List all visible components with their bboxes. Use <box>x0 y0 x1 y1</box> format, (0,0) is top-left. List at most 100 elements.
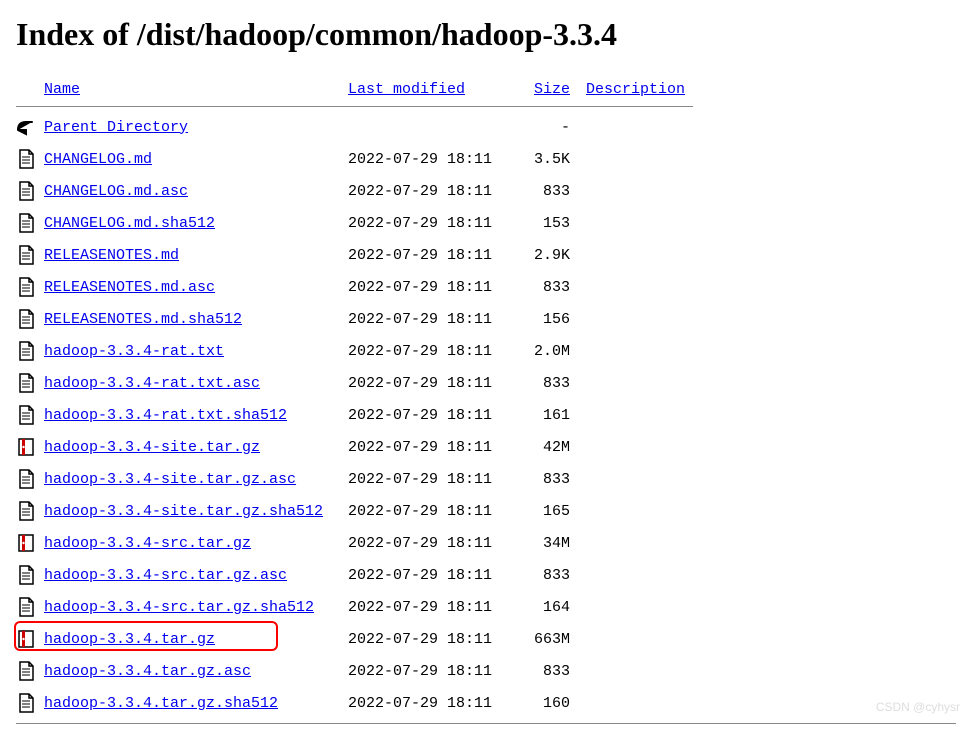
page-title: Index of /dist/hadoop/common/hadoop-3.3.… <box>16 16 956 53</box>
table-row: hadoop-3.3.4-src.tar.gz2022-07-29 18:11 … <box>16 527 693 559</box>
table-row: RELEASENOTES.md2022-07-29 18:112.9K <box>16 239 693 271</box>
table-row: hadoop-3.3.4.tar.gz.asc 2022-07-29 18:118… <box>16 655 693 687</box>
file-link[interactable]: hadoop-3.3.4.tar.gz.asc <box>44 663 251 680</box>
file-link[interactable]: hadoop-3.3.4-src.tar.gz <box>44 535 251 552</box>
file-modified: 2022-07-29 18:11 <box>348 495 514 527</box>
file-modified: 2022-07-29 18:11 <box>348 655 514 687</box>
parent-directory-row: Parent Directory - <box>16 111 693 143</box>
file-link[interactable]: CHANGELOG.md <box>44 151 152 168</box>
file-link[interactable]: hadoop-3.3.4-rat.txt <box>44 343 224 360</box>
file-modified: 2022-07-29 18:11 <box>348 623 514 655</box>
file-link[interactable]: hadoop-3.3.4-rat.txt.sha512 <box>44 407 287 424</box>
archive-icon <box>16 436 36 458</box>
file-modified: 2022-07-29 18:11 <box>348 239 514 271</box>
file-modified: 2022-07-29 18:11 <box>348 271 514 303</box>
table-row: hadoop-3.3.4-site.tar.gz 2022-07-29 18:11… <box>16 431 693 463</box>
header-name-link[interactable]: Name <box>44 81 80 98</box>
file-modified: 2022-07-29 18:11 <box>348 559 514 591</box>
file-link[interactable]: hadoop-3.3.4-src.tar.gz.sha512 <box>44 599 314 616</box>
table-row: hadoop-3.3.4.tar.gz 2022-07-29 18:11663M <box>16 623 693 655</box>
table-row: RELEASENOTES.md.asc 2022-07-29 18:11833 <box>16 271 693 303</box>
table-row: hadoop-3.3.4-src.tar.gz.sha512 2022-07-29… <box>16 591 693 623</box>
file-modified: 2022-07-29 18:11 <box>348 175 514 207</box>
file-description <box>586 303 693 335</box>
file-link[interactable]: hadoop-3.3.4.tar.gz <box>44 631 215 648</box>
table-row: hadoop-3.3.4.tar.gz.sha5122022-07-29 18:… <box>16 687 693 719</box>
file-size: 3.5K <box>514 143 586 175</box>
parent-size: - <box>514 111 586 143</box>
file-link[interactable]: CHANGELOG.md.sha512 <box>44 215 215 232</box>
file-modified: 2022-07-29 18:11 <box>348 463 514 495</box>
table-row: RELEASENOTES.md.sha512 2022-07-29 18:1115… <box>16 303 693 335</box>
file-modified: 2022-07-29 18:11 <box>348 143 514 175</box>
file-description <box>586 623 693 655</box>
text-file-icon <box>16 372 36 394</box>
file-link[interactable]: hadoop-3.3.4-rat.txt.asc <box>44 375 260 392</box>
text-file-icon <box>16 404 36 426</box>
file-size: 42M <box>514 431 586 463</box>
file-size: 156 <box>514 303 586 335</box>
watermark: CSDN @cyhysr <box>876 700 960 714</box>
file-description <box>586 367 693 399</box>
text-file-icon <box>16 340 36 362</box>
file-modified: 2022-07-29 18:11 <box>348 207 514 239</box>
file-modified: 2022-07-29 18:11 <box>348 591 514 623</box>
file-size: 663M <box>514 623 586 655</box>
text-file-icon <box>16 564 36 586</box>
file-description <box>586 271 693 303</box>
file-size: 833 <box>514 655 586 687</box>
file-link[interactable]: hadoop-3.3.4-src.tar.gz.asc <box>44 567 287 584</box>
back-icon <box>16 116 36 138</box>
file-size: 164 <box>514 591 586 623</box>
table-row: CHANGELOG.md 2022-07-29 18:113.5K <box>16 143 693 175</box>
file-link[interactable]: RELEASENOTES.md.sha512 <box>44 311 242 328</box>
text-file-icon <box>16 212 36 234</box>
text-file-icon <box>16 692 36 714</box>
header-description-link[interactable]: Description <box>586 81 685 98</box>
file-link[interactable]: hadoop-3.3.4.tar.gz.sha512 <box>44 695 278 712</box>
file-size: 833 <box>514 463 586 495</box>
table-row: hadoop-3.3.4-src.tar.gz.asc 2022-07-29 18… <box>16 559 693 591</box>
file-listing-table: Name Last modified Size Description Pare… <box>16 77 693 719</box>
file-modified: 2022-07-29 18:11 <box>348 367 514 399</box>
file-link[interactable]: hadoop-3.3.4-site.tar.gz <box>44 439 260 456</box>
table-row: hadoop-3.3.4-rat.txt.asc 2022-07-29 18:11… <box>16 367 693 399</box>
header-size-link[interactable]: Size <box>534 81 570 98</box>
file-description <box>586 399 693 431</box>
file-size: 2.0M <box>514 335 586 367</box>
text-file-icon <box>16 308 36 330</box>
file-description <box>586 207 693 239</box>
file-link[interactable]: hadoop-3.3.4-site.tar.gz.sha512 <box>44 503 323 520</box>
file-link[interactable]: RELEASENOTES.md <box>44 247 179 264</box>
text-file-icon <box>16 180 36 202</box>
archive-icon <box>16 628 36 650</box>
text-file-icon <box>16 276 36 298</box>
file-link[interactable]: RELEASENOTES.md.asc <box>44 279 215 296</box>
file-description <box>586 431 693 463</box>
table-row: hadoop-3.3.4-rat.txt.sha5122022-07-29 18… <box>16 399 693 431</box>
file-description <box>586 687 693 719</box>
file-size: 833 <box>514 559 586 591</box>
table-row: hadoop-3.3.4-rat.txt 2022-07-29 18:112.0M <box>16 335 693 367</box>
table-row: CHANGELOG.md.sha5122022-07-29 18:11153 <box>16 207 693 239</box>
file-link[interactable]: hadoop-3.3.4-site.tar.gz.asc <box>44 471 296 488</box>
text-file-icon <box>16 468 36 490</box>
parent-directory-link[interactable]: Parent Directory <box>44 119 188 136</box>
file-size: 160 <box>514 687 586 719</box>
table-row: hadoop-3.3.4-site.tar.gz.asc 2022-07-29 1… <box>16 463 693 495</box>
file-description <box>586 463 693 495</box>
file-modified: 2022-07-29 18:11 <box>348 335 514 367</box>
file-link[interactable]: CHANGELOG.md.asc <box>44 183 188 200</box>
file-modified: 2022-07-29 18:11 <box>348 431 514 463</box>
file-modified: 2022-07-29 18:11 <box>348 303 514 335</box>
file-size: 833 <box>514 271 586 303</box>
file-description <box>586 335 693 367</box>
file-description <box>586 527 693 559</box>
header-modified-link[interactable]: Last modified <box>348 81 465 98</box>
text-file-icon <box>16 244 36 266</box>
table-row: CHANGELOG.md.asc2022-07-29 18:11833 <box>16 175 693 207</box>
file-description <box>586 239 693 271</box>
table-row: hadoop-3.3.4-site.tar.gz.sha512 2022-07-2… <box>16 495 693 527</box>
text-file-icon <box>16 500 36 522</box>
file-description <box>586 495 693 527</box>
